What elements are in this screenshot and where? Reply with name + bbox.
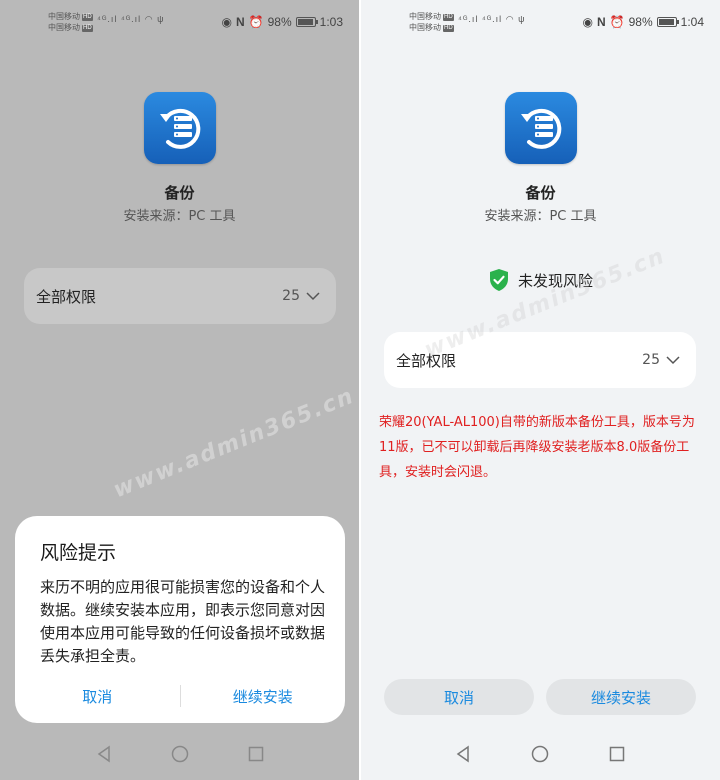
dialog-continue-install-button[interactable]: 继续安装 — [181, 686, 346, 707]
install-source: 安装来源：PC 工具 — [123, 209, 236, 224]
dialog-cancel-button[interactable]: 取消 — [15, 686, 180, 707]
dialog-message: 来历不明的应用很可能损害您的设备和个人数据。继续安装本应用，即表示您同意对因使用… — [40, 578, 326, 665]
hd-badge: HD — [82, 14, 93, 21]
carrier-1: 中国移动 — [409, 12, 441, 21]
carrier-info: 中国移动 HD 中国移动 HD — [48, 11, 93, 33]
recents-icon[interactable] — [244, 742, 268, 766]
carrier-2: 中国移动 — [409, 23, 441, 32]
wifi-icon: ◠ — [505, 14, 515, 24]
install-source: 安装来源：PC 工具 — [484, 209, 597, 224]
watermark-text: www.admin365.cn — [110, 383, 359, 504]
usb-icon: ψ — [157, 14, 165, 24]
status-bar: 中国移动 HD 中国移动 HD ⁴ᴳ.ıl ⁴ᴳ.ıl ◠ ψ ◉ N ⏰ 98% … — [361, 0, 720, 42]
status-right: ◉ N ⏰ 98% 1:04 — [583, 15, 705, 29]
alarm-icon: ⏰ — [609, 15, 625, 29]
clock: 1:04 — [680, 15, 704, 29]
carrier-1: 中国移动 — [48, 12, 80, 21]
dialog-actions: 取消 继续安装 — [15, 682, 345, 710]
risk-warning-dialog: 风险提示 来历不明的应用很可能损害您的设备和个人数据。继续安装本应用，即表示您同… — [15, 516, 345, 723]
chevron-down-icon — [306, 292, 320, 301]
recents-icon[interactable] — [605, 742, 629, 766]
permissions-count: 25 — [642, 352, 660, 368]
backup-app-icon — [505, 92, 577, 164]
carrier-info: 中国移动 HD 中国移动 HD — [409, 11, 454, 33]
shield-check-icon — [489, 269, 508, 291]
app-name: 备份 — [525, 184, 556, 202]
signal-icon: ⁴ᴳ.ıl ⁴ᴳ.ıl — [458, 14, 503, 24]
security-check-result: 未发现风险 — [361, 268, 720, 292]
battery-percent: 98% — [628, 15, 653, 29]
hd-badge: HD — [82, 25, 93, 32]
bottom-actions: 取消 继续安装 — [384, 679, 696, 715]
status-right: ◉ N ⏰ 98% 1:03 — [222, 15, 344, 29]
back-icon[interactable] — [92, 742, 116, 766]
left-screen: 中国移动 HD 中国移动 HD ⁴ᴳ.ıl ⁴ᴳ.ıl ◠ ψ ◉ N ⏰ 98% … — [0, 0, 359, 780]
signal-icons: ⁴ᴳ.ıl ⁴ᴳ.ıl ◠ ψ — [97, 14, 164, 25]
permissions-count: 25 — [282, 288, 300, 304]
backup-app-icon — [144, 92, 216, 164]
back-icon[interactable] — [451, 742, 475, 766]
battery-percent: 98% — [267, 15, 292, 29]
permissions-count-group: 25 — [642, 352, 680, 368]
nfc-icon: N — [235, 15, 245, 29]
home-icon[interactable] — [168, 742, 192, 766]
hd-badge: HD — [443, 25, 454, 32]
usb-icon: ψ — [518, 14, 526, 24]
permissions-label: 全部权限 — [36, 287, 97, 306]
all-permissions-row[interactable]: 全部权限 25 — [24, 268, 336, 324]
continue-install-button[interactable]: 继续安装 — [546, 679, 696, 715]
battery-icon — [656, 17, 679, 27]
navigation-bar — [0, 728, 359, 780]
app-name: 备份 — [164, 184, 195, 202]
home-icon[interactable] — [528, 742, 552, 766]
eye-icon: ◉ — [221, 15, 232, 29]
right-screen: 中国移动 HD 中国移动 HD ⁴ᴳ.ıl ⁴ᴳ.ıl ◠ ψ ◉ N ⏰ 98% … — [361, 0, 720, 780]
chevron-down-icon — [666, 356, 680, 365]
status-bar: 中国移动 HD 中国移动 HD ⁴ᴳ.ıl ⁴ᴳ.ıl ◠ ψ ◉ N ⏰ 98% … — [0, 0, 359, 42]
carrier-2: 中国移动 — [48, 23, 80, 32]
permissions-count-group: 25 — [282, 288, 320, 304]
clock: 1:03 — [319, 15, 343, 29]
wifi-icon: ◠ — [144, 14, 154, 24]
annotation-note: 荣耀20(YAL-AL100)自带的新版本备份工具，版本号为11版，已不可以卸载… — [379, 415, 695, 480]
signal-icons: ⁴ᴳ.ıl ⁴ᴳ.ıl ◠ ψ — [458, 14, 525, 25]
navigation-bar — [361, 728, 720, 780]
alarm-icon: ⏰ — [248, 15, 264, 29]
nfc-icon: N — [596, 15, 606, 29]
eye-icon: ◉ — [582, 15, 593, 29]
cancel-button[interactable]: 取消 — [384, 679, 534, 715]
dialog-title: 风险提示 — [40, 542, 117, 564]
hd-badge: HD — [443, 14, 454, 21]
battery-icon — [295, 17, 318, 27]
signal-icon: ⁴ᴳ.ıl ⁴ᴳ.ıl — [97, 14, 142, 24]
